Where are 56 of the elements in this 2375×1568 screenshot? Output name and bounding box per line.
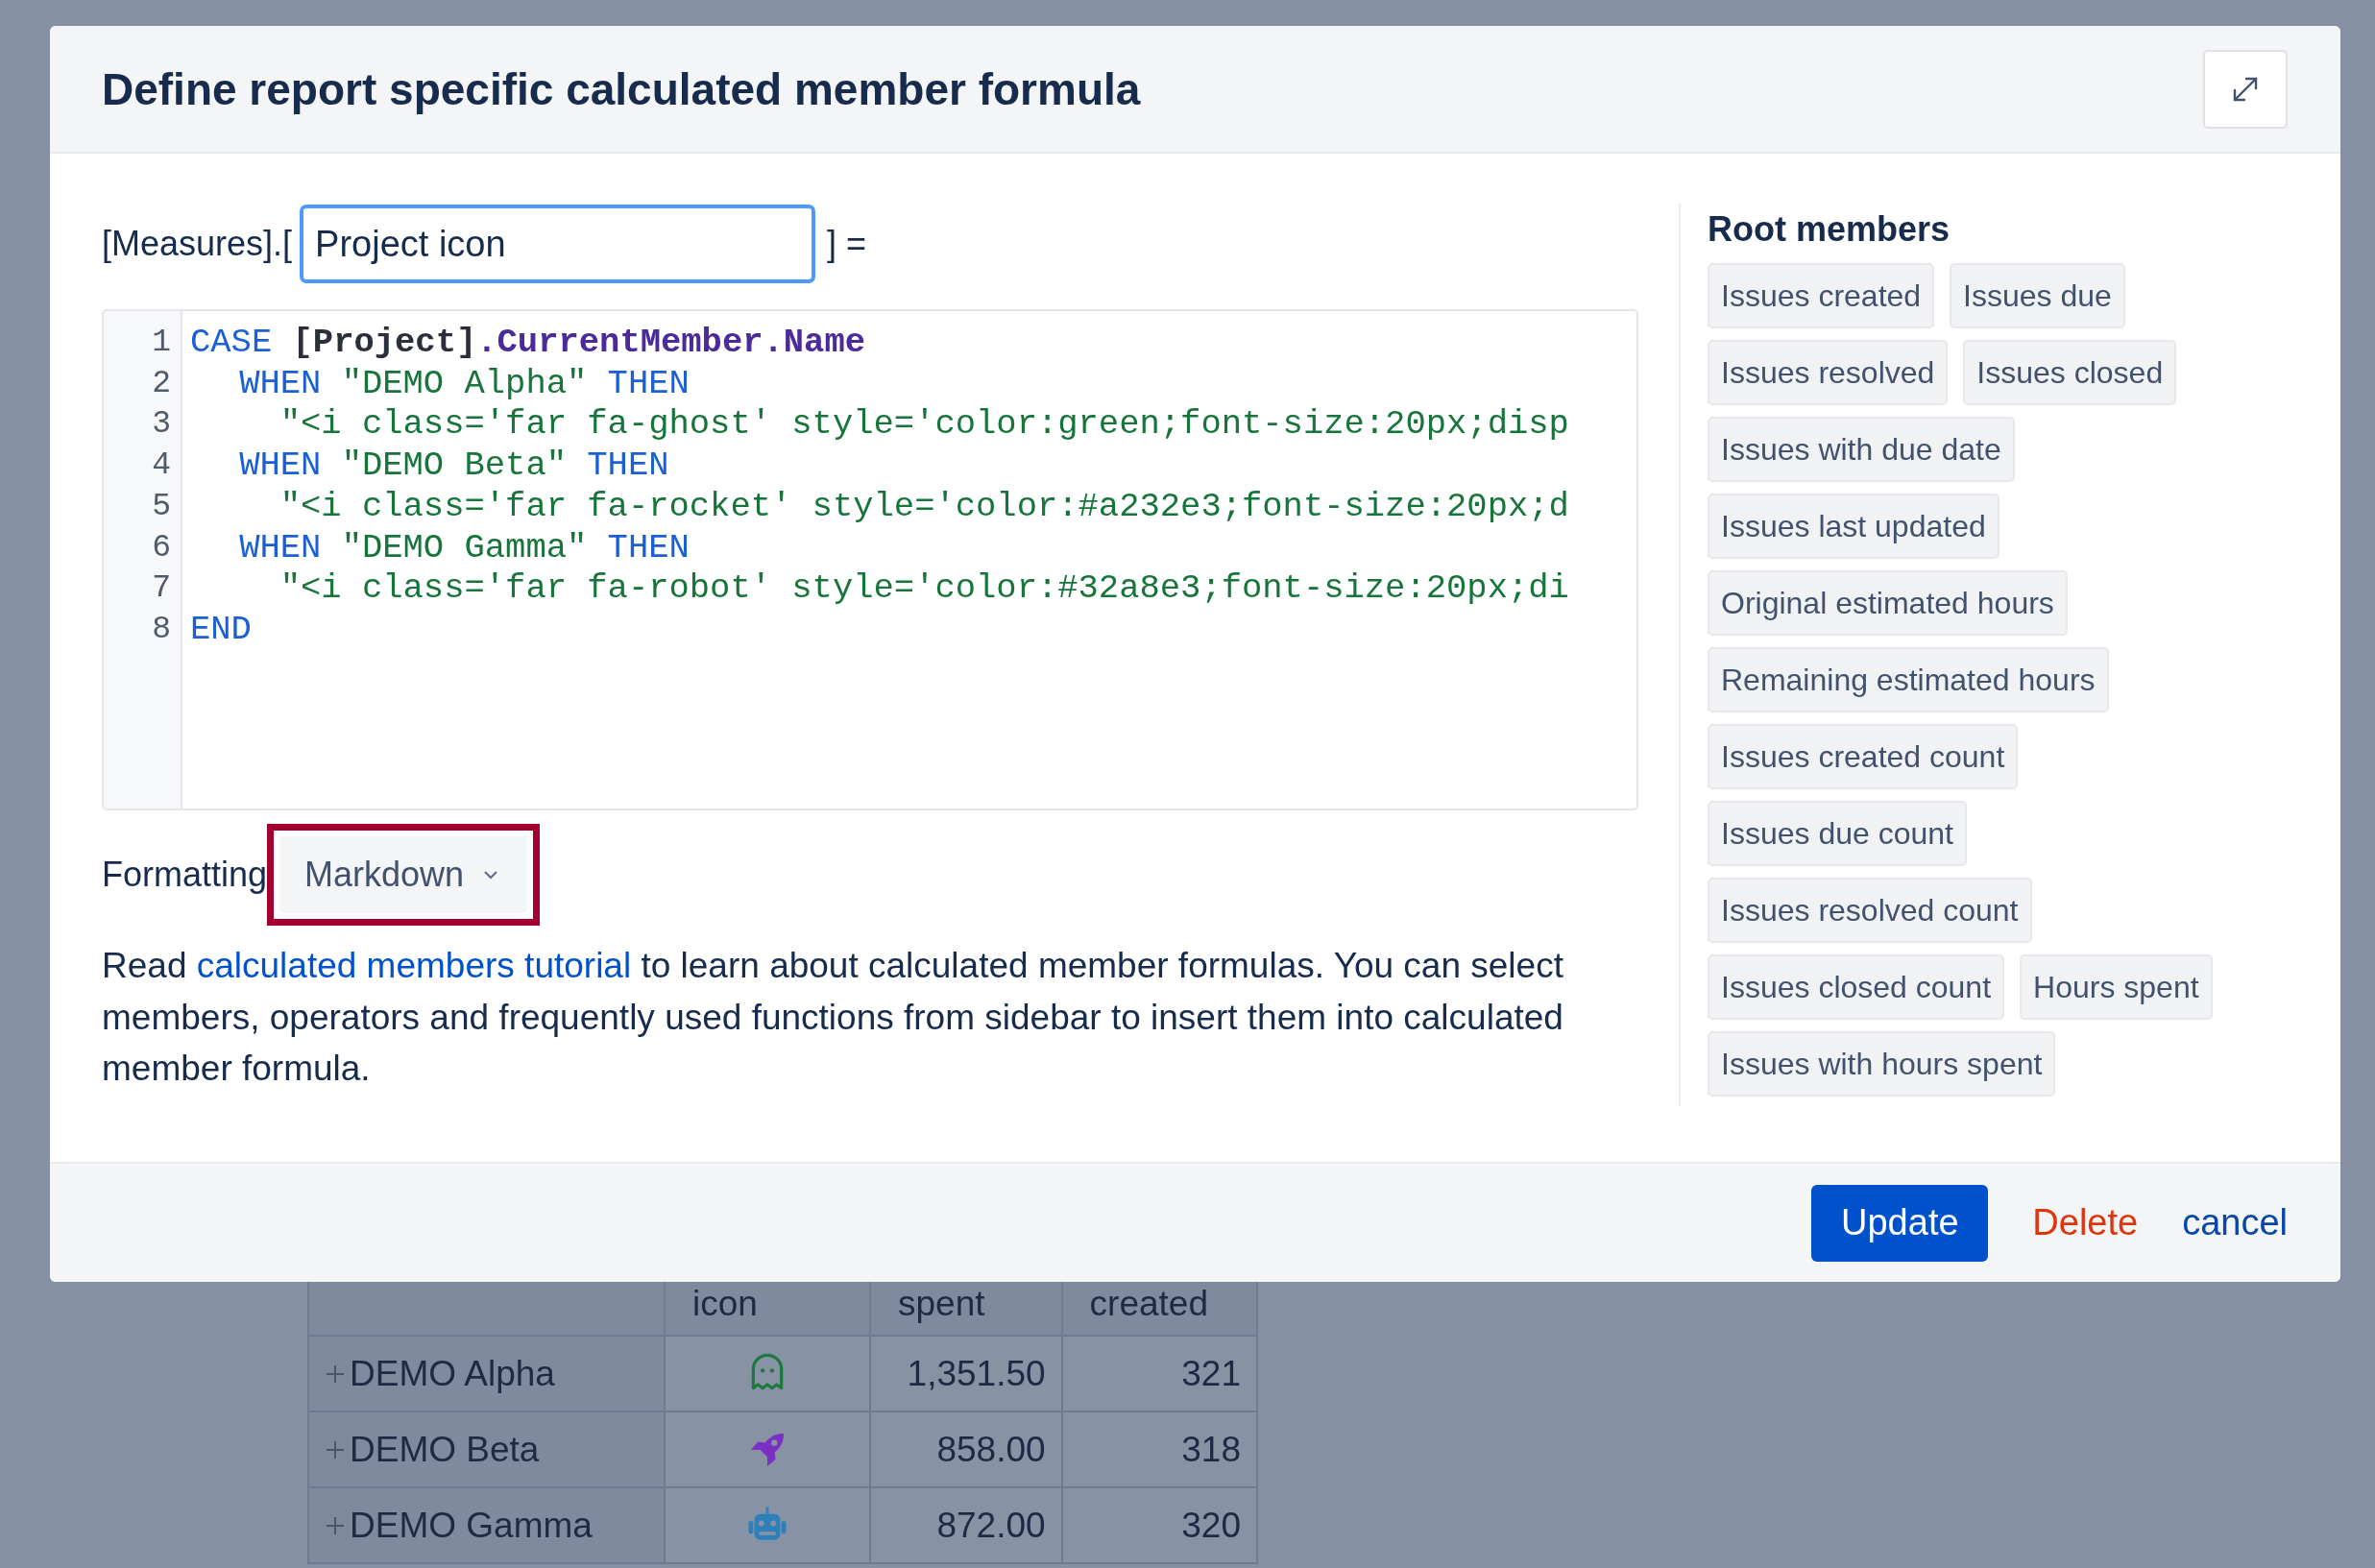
member-chip[interactable]: Issues due count bbox=[1708, 801, 1967, 866]
code-line: WHEN "DEMO Alpha" THEN bbox=[238, 363, 691, 405]
member-chip[interactable]: Issues closed count bbox=[1708, 954, 2005, 1020]
measure-suffix: ] = bbox=[827, 224, 867, 264]
code-line: "<i class='far fa-rocket' style='color:#a232e3;font-size:20px;d bbox=[279, 486, 1570, 528]
dialog-title: Define report specific calculated member formula bbox=[102, 62, 1141, 115]
tutorial-link[interactable]: calculated members tutorial bbox=[196, 946, 632, 985]
column-header: icon bbox=[665, 1282, 870, 1336]
table-cell: 321 bbox=[1061, 1336, 1257, 1411]
code-line: WHEN "DEMO Beta" THEN bbox=[238, 446, 670, 487]
member-chip[interactable]: Issues created bbox=[1708, 263, 1935, 328]
code-line: END bbox=[190, 609, 253, 651]
table-cell: 320 bbox=[1061, 1487, 1257, 1563]
code-editor[interactable] bbox=[102, 309, 1638, 810]
line-number: 1 bbox=[151, 324, 172, 362]
member-chip[interactable]: Issues resolved bbox=[1708, 340, 1949, 405]
table-cell: 318 bbox=[1061, 1411, 1257, 1487]
code-line: "<i class='far fa-ghost' style='color:green;font-size:20px;disp bbox=[279, 404, 1570, 446]
line-number: 3 bbox=[151, 405, 172, 445]
plus-icon bbox=[325, 1515, 346, 1536]
cancel-link[interactable]: cancel bbox=[2182, 1202, 2288, 1243]
code-line: CASE [Project].CurrentMember.Name bbox=[190, 323, 867, 364]
member-chip[interactable]: Issues resolved count bbox=[1708, 878, 2032, 943]
formatting-label: Formatting bbox=[102, 855, 268, 895]
measure-prefix: [Measures].[ bbox=[102, 224, 293, 264]
table-cell: 1,351.50 bbox=[870, 1336, 1062, 1411]
line-number: 6 bbox=[151, 528, 172, 567]
member-chip[interactable]: Issues closed bbox=[1963, 340, 2177, 405]
member-chip[interactable]: Issues due bbox=[1950, 263, 2125, 328]
member-chip[interactable]: Issues last updated bbox=[1708, 494, 1999, 559]
line-number: 8 bbox=[151, 610, 172, 649]
name-input-field[interactable]: Project icon bbox=[300, 205, 816, 283]
formatting-dropdown[interactable]: Markdown bbox=[279, 836, 528, 913]
table-cell: 858.00 bbox=[870, 1411, 1062, 1487]
line-number: 2 bbox=[151, 364, 172, 403]
line-number: 7 bbox=[151, 569, 172, 609]
member-chip[interactable]: Issues created count bbox=[1708, 724, 2019, 789]
line-number: 5 bbox=[151, 487, 172, 526]
line-number: 4 bbox=[151, 446, 172, 486]
member-chip[interactable]: Issues with due date bbox=[1708, 417, 2015, 482]
member-chip[interactable]: Original estimated hours bbox=[1708, 570, 2068, 636]
column-header: spent bbox=[870, 1282, 1062, 1336]
code-line: "<i class='far fa-robot' style='color:#32a8e3;font-size:20px;di bbox=[279, 568, 1570, 610]
member-chip[interactable]: Hours spent bbox=[2020, 954, 2213, 1020]
column-header: created bbox=[1061, 1282, 1257, 1336]
table-cell: 872.00 bbox=[870, 1487, 1062, 1563]
member-chip[interactable]: Issues with hours spent bbox=[1708, 1031, 2056, 1097]
chevron-down-icon bbox=[483, 870, 499, 880]
update-button[interactable]: Update bbox=[1811, 1184, 1989, 1262]
member-chip[interactable]: Remaining estimated hours bbox=[1708, 647, 2109, 712]
delete-link[interactable]: Delete bbox=[2032, 1202, 2139, 1243]
plus-icon bbox=[325, 1439, 346, 1460]
plus-icon bbox=[325, 1363, 346, 1385]
help-text: Read calculated members tutorial to learn about calculated member formulas. You can select members, operators and frequently used functions from sidebar to insert them into calculated member formula. bbox=[102, 945, 1564, 1090]
code-line: WHEN "DEMO Gamma" THEN bbox=[238, 527, 691, 569]
sidebar-heading: Root members bbox=[1708, 209, 1951, 250]
